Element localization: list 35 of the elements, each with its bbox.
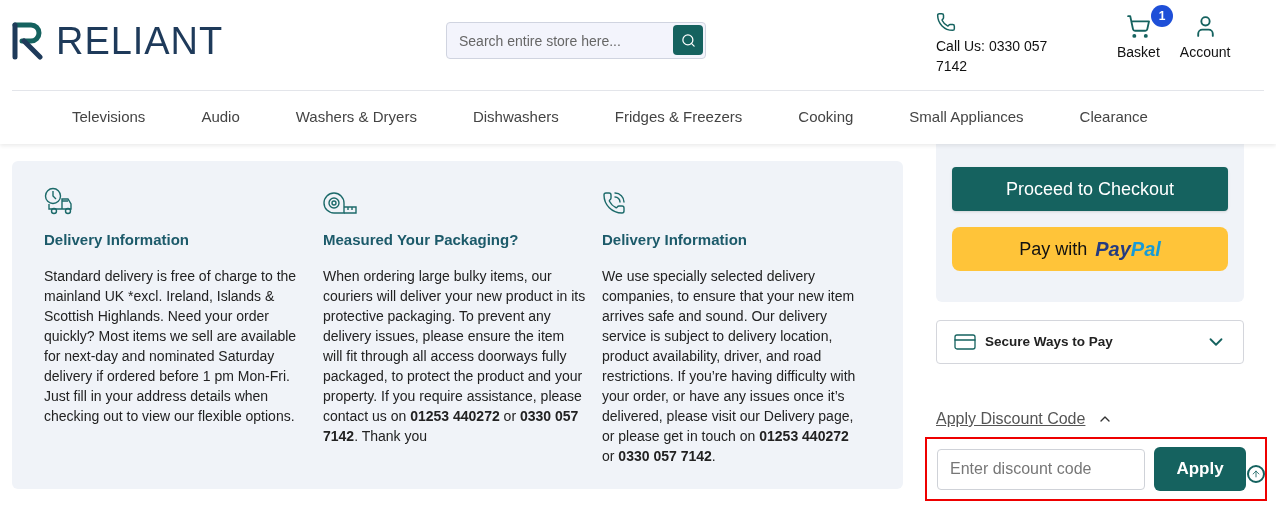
info-heading: Delivery Information <box>44 230 190 250</box>
phone-call-icon <box>602 191 626 215</box>
info-paragraph: When ordering large bulky items, our couriers will deliver your new product in its protective packaging. To prevent any delivery issues, please ensure the item will fit through all access doorways fully packaged, to protect the product and your property. If you require assistance, please contact us on 01253 440272 or 0330 057 7142. Thank you <box>323 266 586 446</box>
account-link[interactable]: Account <box>1179 42 1231 63</box>
info-heading: Delivery Information <box>602 230 748 250</box>
proceed-to-checkout-button[interactable]: Proceed to Checkout <box>952 167 1228 211</box>
search-icon <box>680 32 696 48</box>
call-us-text[interactable]: Call Us: 0330 057 7142 <box>936 36 1066 76</box>
search-button[interactable] <box>673 25 703 55</box>
nav-link[interactable]: Small Appliances <box>909 106 1024 129</box>
logo-mark-icon <box>12 22 44 60</box>
nav-link[interactable]: Audio <box>201 106 240 129</box>
basket-count-badge: 1 <box>1151 5 1173 27</box>
info-paragraph: We use specially selected delivery companies, to ensure that your new item arrives safe and sound. Our delivery service is subject to delivery location, product availability, driver, and road restrictions. If you’re having difficulty with your order, or have any issues once it’s delivered, please visit our Delivery page, or please get in touch on 01253 440272 or 0330 057 7142. <box>602 266 857 466</box>
paypal-button[interactable]: Pay with PayPal <box>952 227 1228 271</box>
tape-measure-icon <box>323 191 357 215</box>
apply-discount-code-link[interactable]: Apply Discount Code <box>936 407 1086 431</box>
info-paragraph: Standard delivery is free of charge to the mainland UK *excl. Ireland, Islands & Scottish Highlands. Need your order quickly? Most items we sell are available for next-day and nominated Saturday delivery if ordered before 1 pm Mon-Fri. Just fill in your address details when checking out to view our flexible options. <box>44 266 298 426</box>
cart-icon[interactable] <box>1125 14 1151 39</box>
nav-link[interactable]: Fridges & Freezers <box>614 106 743 129</box>
nav-link[interactable]: Washers & Dryers <box>295 106 417 129</box>
search-field[interactable]: Search entire store here... <box>446 22 706 59</box>
discount-code-field[interactable]: Enter discount code <box>937 448 1145 490</box>
nav-link[interactable]: Clearance <box>1079 106 1148 129</box>
nav-link[interactable]: Dishwashers <box>472 106 559 129</box>
nav-link[interactable]: Cooking <box>798 106 854 129</box>
nav-link[interactable]: Televisions <box>72 106 146 129</box>
arrow-up-icon <box>1251 469 1261 479</box>
logo-wordmark[interactable]: RELIANT <box>56 22 224 60</box>
basket-link[interactable]: Basket <box>1117 42 1160 63</box>
info-heading: Measured Your Packaging? <box>323 230 519 250</box>
secure-ways-to-pay-accordion[interactable]: Secure Ways to Pay <box>936 320 1244 364</box>
scroll-to-top-button[interactable] <box>1247 465 1265 483</box>
apply-button[interactable]: Apply <box>1154 447 1246 491</box>
phone-icon <box>936 12 956 32</box>
